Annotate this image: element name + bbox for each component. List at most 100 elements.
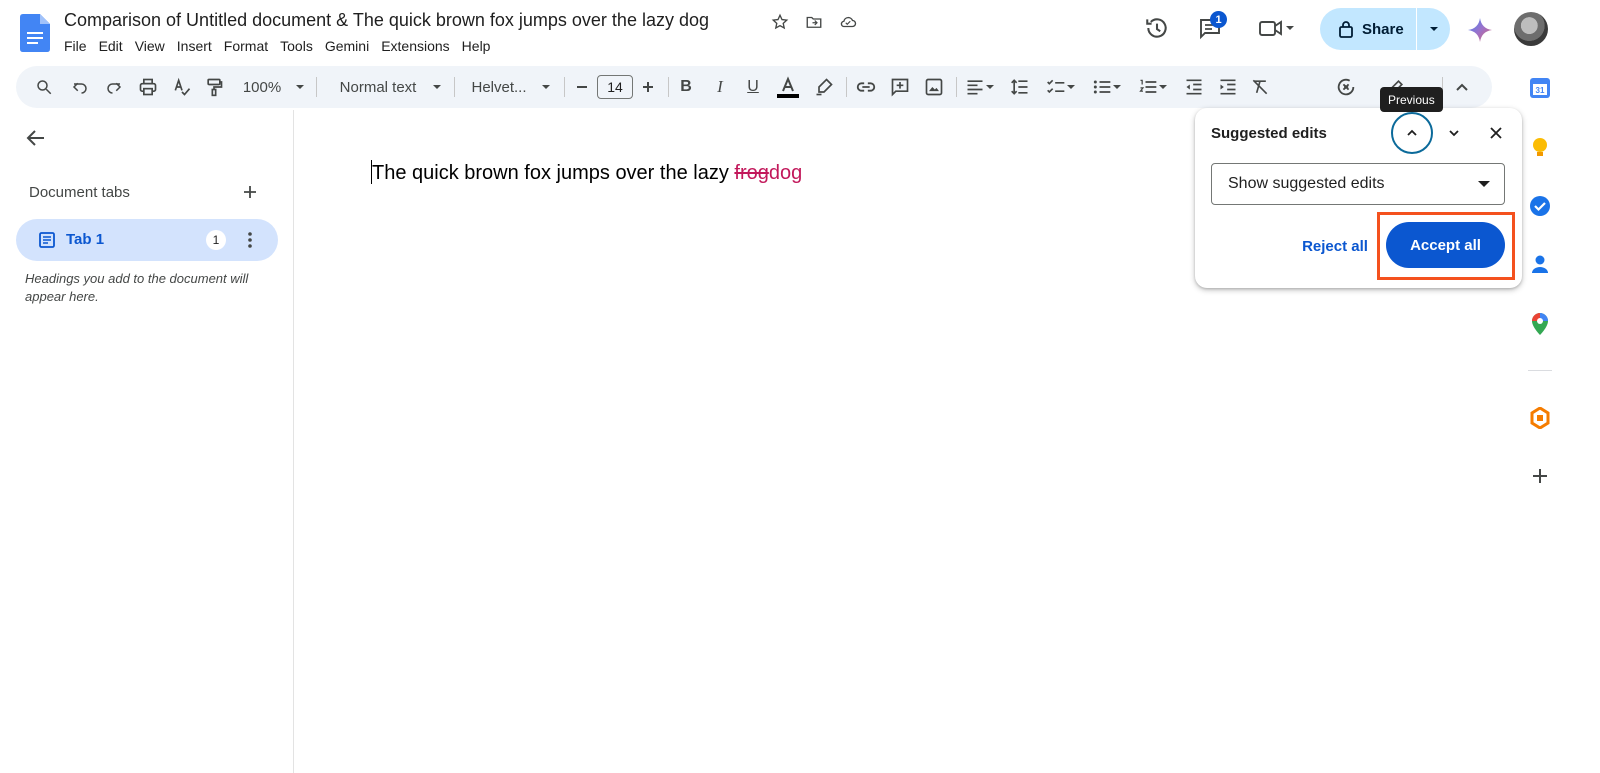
align-dropdown-icon	[986, 85, 994, 89]
suggestion-view-select[interactable]: Show suggested edits	[1211, 163, 1505, 205]
bulleted-list-icon[interactable]	[1088, 66, 1126, 108]
tab-suggestion-count: 1	[206, 230, 226, 250]
menu-gemini[interactable]: Gemini	[319, 36, 375, 56]
checklist-dropdown-icon	[1067, 85, 1075, 89]
collapse-toolbar-icon[interactable]	[1452, 66, 1472, 108]
gemini-icon[interactable]	[1466, 16, 1494, 44]
contacts-icon[interactable]	[1528, 252, 1552, 276]
document-title[interactable]: Comparison of Untitled document & The qu…	[64, 10, 709, 31]
tab-label: Tab 1	[66, 231, 105, 248]
keep-icon[interactable]	[1528, 136, 1552, 160]
addon-icon[interactable]	[1528, 406, 1552, 430]
move-folder-icon[interactable]	[802, 10, 826, 34]
menu-file[interactable]: File	[58, 36, 93, 56]
tasks-icon[interactable]	[1528, 194, 1552, 218]
document-tab-icon	[39, 232, 55, 248]
menu-format[interactable]: Format	[218, 36, 274, 56]
share-dropdown-icon[interactable]	[1417, 8, 1450, 50]
print-icon[interactable]	[136, 66, 160, 108]
spellcheck-icon[interactable]	[170, 66, 194, 108]
svg-text:31: 31	[1536, 86, 1545, 95]
more-options-icon[interactable]	[240, 229, 260, 251]
suggested-deletion[interactable]: frog	[734, 162, 768, 184]
add-tab-icon[interactable]	[238, 180, 262, 204]
increase-indent-icon[interactable]	[1216, 66, 1240, 108]
maps-icon[interactable]	[1528, 312, 1552, 336]
redo-icon[interactable]	[102, 66, 126, 108]
menu-tools[interactable]: Tools	[274, 36, 319, 56]
clear-formatting-icon[interactable]	[1248, 66, 1272, 108]
lock-icon	[1339, 21, 1353, 38]
share-button[interactable]: Share	[1320, 8, 1416, 50]
document-tabs-heading: Document tabs	[29, 184, 130, 201]
reject-all-button[interactable]: Reject all	[1295, 231, 1375, 261]
body-text: The quick brown fox jumps over the lazy	[372, 162, 735, 184]
previous-suggestion-button[interactable]	[1391, 112, 1433, 154]
share-button-group: Share	[1320, 8, 1450, 50]
increase-font-size-icon[interactable]	[638, 66, 658, 108]
suggested-insertion[interactable]: dog	[769, 162, 802, 184]
style-dropdown-icon	[433, 85, 442, 89]
outline-hint-text: Headings you add to the document will ap…	[25, 271, 249, 304]
zoom-value: 100%	[242, 78, 282, 96]
font-family-select[interactable]: Helvet...	[466, 66, 556, 108]
highlight-color-icon[interactable]	[812, 66, 836, 108]
get-addons-icon[interactable]	[1528, 464, 1552, 488]
checklist-icon[interactable]	[1042, 66, 1080, 108]
user-avatar[interactable]	[1514, 12, 1548, 46]
gemini-help-me-write-icon[interactable]	[1334, 66, 1358, 108]
insert-image-icon[interactable]	[922, 66, 946, 108]
bold-icon[interactable]: B	[676, 66, 696, 108]
menu-extensions[interactable]: Extensions	[375, 36, 455, 56]
cloud-saved-icon[interactable]	[836, 10, 860, 34]
header: Comparison of Untitled document & The qu…	[0, 0, 1600, 64]
chevron-up-icon	[1407, 129, 1417, 136]
version-history-icon[interactable]	[1137, 8, 1177, 48]
tab-item-tab-1[interactable]: Tab 1 1	[16, 219, 278, 261]
next-suggestion-button[interactable]	[1443, 122, 1465, 144]
suggestion-view-value: Show suggested edits	[1228, 175, 1385, 192]
back-arrow-icon[interactable]	[24, 126, 48, 150]
meet-button[interactable]	[1250, 8, 1304, 48]
font-size-input[interactable]: 14	[597, 75, 633, 99]
docs-app: Comparison of Untitled document & The qu…	[0, 0, 1600, 773]
numbered-list-icon[interactable]	[1134, 66, 1172, 108]
italic-icon[interactable]: I	[710, 66, 730, 108]
line-spacing-icon[interactable]	[1008, 66, 1032, 108]
paragraph-style-select[interactable]: Normal text	[328, 66, 454, 108]
decrease-font-size-icon[interactable]	[572, 66, 592, 108]
paint-format-icon[interactable]	[202, 66, 226, 108]
previous-tooltip: Previous	[1380, 87, 1443, 112]
comments-icon[interactable]: 1	[1190, 8, 1230, 48]
underline-icon[interactable]: U	[743, 66, 763, 108]
comments-badge: 1	[1210, 11, 1227, 28]
font-dropdown-icon	[541, 85, 550, 89]
search-menus-icon[interactable]	[32, 66, 56, 108]
document-body-line[interactable]: The quick brown fox jumps over the lazy …	[371, 160, 802, 185]
accept-all-button[interactable]: Accept all	[1386, 222, 1505, 268]
menu-view[interactable]: View	[129, 36, 171, 56]
bullets-dropdown-icon	[1113, 85, 1121, 89]
zoom-select[interactable]: 100%	[238, 66, 310, 108]
star-icon[interactable]	[768, 10, 792, 34]
menu-edit[interactable]: Edit	[93, 36, 129, 56]
font-family-value: Helvet...	[471, 78, 527, 96]
undo-icon[interactable]	[68, 66, 92, 108]
insert-link-icon[interactable]	[854, 66, 878, 108]
close-icon	[1490, 127, 1502, 139]
suggested-edits-title: Suggested edits	[1211, 125, 1327, 142]
document-outline-panel: Document tabs Tab 1 1 Headings you add t…	[0, 110, 294, 773]
align-icon[interactable]	[962, 66, 998, 108]
decrease-indent-icon[interactable]	[1182, 66, 1206, 108]
paragraph-style-value: Normal text	[339, 78, 417, 96]
menu-help[interactable]: Help	[456, 36, 497, 56]
close-panel-button[interactable]	[1485, 122, 1507, 144]
menu-insert[interactable]: Insert	[171, 36, 218, 56]
text-color-icon[interactable]	[776, 66, 800, 108]
chevron-down-icon	[1449, 130, 1459, 137]
docs-logo-icon[interactable]	[20, 14, 50, 52]
calendar-icon[interactable]: 31	[1528, 76, 1552, 100]
numbered-dropdown-icon	[1159, 85, 1167, 89]
add-comment-icon[interactable]	[888, 66, 912, 108]
meet-dropdown-icon	[1286, 26, 1294, 30]
